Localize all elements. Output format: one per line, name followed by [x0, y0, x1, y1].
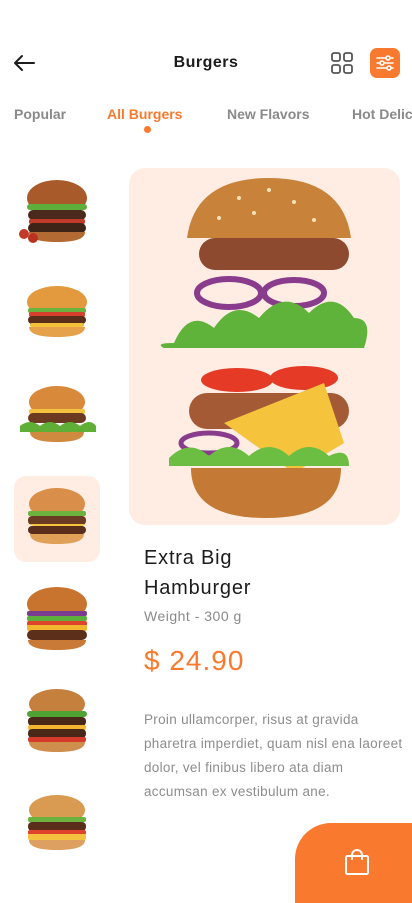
shopping-bag-icon	[345, 849, 369, 875]
tab-all-burgers[interactable]: All Burgers	[107, 106, 182, 122]
product-name: Extra Big Hamburger	[144, 543, 384, 603]
burger-thumb-2[interactable]	[14, 272, 100, 358]
tab-popular[interactable]: Popular	[14, 106, 66, 122]
grid-icon	[331, 52, 353, 74]
burger-thumb-4[interactable]	[14, 476, 100, 562]
add-to-cart-button[interactable]	[295, 823, 412, 903]
burger-image	[28, 795, 86, 850]
filter-button[interactable]	[370, 48, 400, 78]
burger-image	[27, 689, 87, 752]
burger-thumb-1[interactable]	[14, 170, 100, 256]
category-tabs: Popular All Burgers New Flavors Hot Deli…	[0, 106, 412, 136]
burger-thumb-7[interactable]	[14, 782, 100, 868]
product-name-line-2: Hamburger	[144, 577, 252, 599]
tab-new-flavors[interactable]: New Flavors	[227, 106, 309, 122]
app-header: Burgers	[0, 40, 412, 86]
burger-thumb-3[interactable]	[14, 374, 100, 460]
exploded-burger-image	[160, 178, 368, 518]
burger-thumb-6[interactable]	[14, 680, 100, 766]
active-tab-indicator	[144, 126, 151, 133]
product-image-card	[129, 168, 400, 525]
tab-hot-delicious[interactable]: Hot Delicious	[352, 106, 412, 122]
burger-image	[20, 386, 96, 442]
grid-view-button[interactable]	[329, 50, 355, 76]
burger-image	[28, 488, 86, 544]
burger-image	[27, 587, 87, 650]
product-price: $ 24.90	[144, 645, 245, 676]
product-description: Proin ullamcorper, risus at gravida phar…	[144, 712, 403, 799]
burger-thumb-5[interactable]	[14, 578, 100, 664]
product-weight: Weight - 300 g	[144, 608, 242, 624]
product-name-line-1: Extra Big	[144, 547, 233, 569]
sliders-icon	[376, 55, 394, 71]
burger-image	[27, 286, 87, 337]
burger-image	[19, 180, 87, 243]
